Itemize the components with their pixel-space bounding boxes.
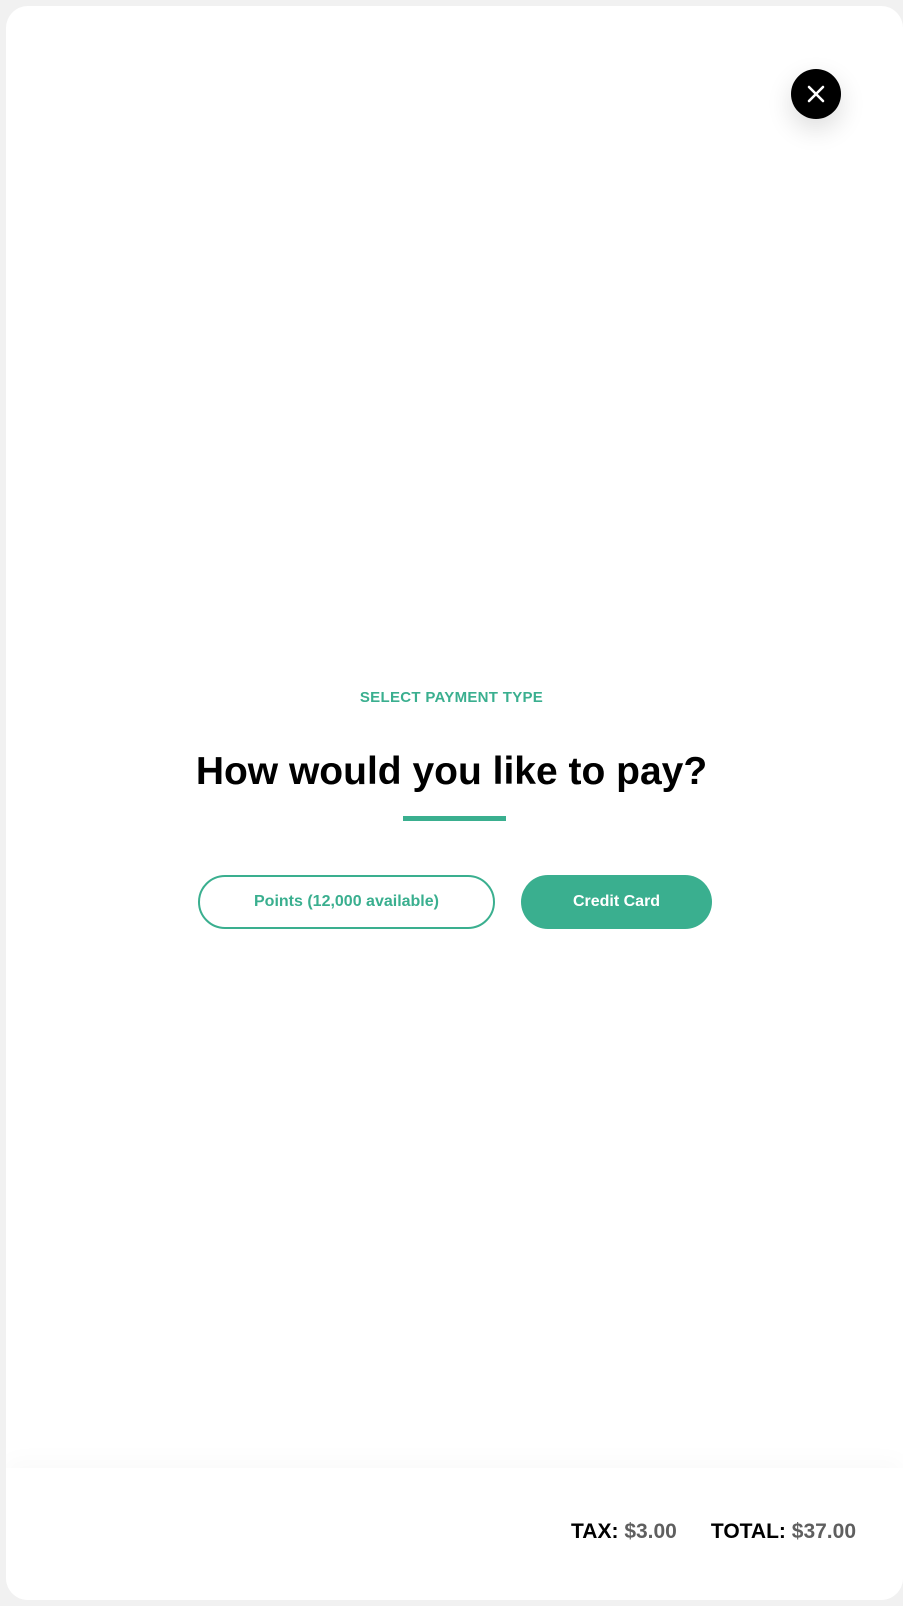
total-label: TOTAL: [710, 1520, 786, 1543]
total-value: $37.00 [791, 1520, 856, 1543]
close-button[interactable] [791, 69, 841, 119]
pay-with-credit-card-button[interactable]: Credit Card [521, 875, 712, 929]
pay-with-points-button[interactable]: Points (12,000 available) [198, 875, 495, 929]
section-eyebrow: SELECT PAYMENT TYPE [359, 689, 544, 706]
tax-value: $3.00 [624, 1520, 677, 1543]
order-summary-footer: TAX: $3.00 TOTAL: $37.00 [6, 1468, 903, 1600]
total-summary: TOTAL: $37.00 [711, 1518, 856, 1546]
tax-label: TAX: [571, 1520, 619, 1543]
close-icon [807, 85, 825, 103]
totals: TAX: $3.00 TOTAL: $37.00 [571, 1518, 856, 1546]
page-title: How would you like to pay? [195, 750, 708, 793]
title-underline [403, 816, 506, 821]
tax-summary: TAX: $3.00 [571, 1518, 677, 1546]
payment-modal: SELECT PAYMENT TYPE How would you like t… [6, 6, 903, 1600]
